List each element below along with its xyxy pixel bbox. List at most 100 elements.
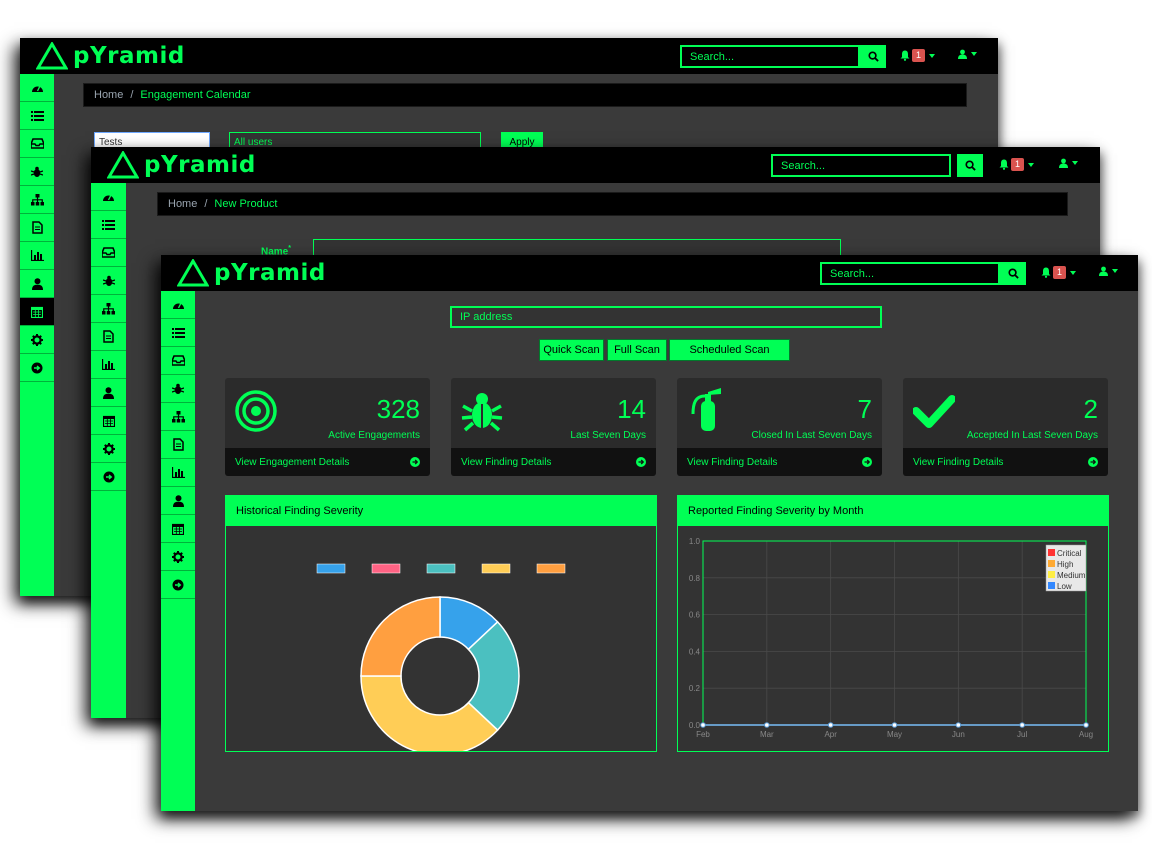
- quick-scan-button[interactable]: Quick Scan: [539, 339, 604, 361]
- sidebar-item-dashboard[interactable]: [20, 74, 54, 102]
- data-point[interactable]: [700, 722, 706, 728]
- legend-swatch[interactable]: [1048, 582, 1055, 589]
- logo: pYramid: [177, 258, 326, 288]
- data-point[interactable]: [955, 722, 962, 728]
- view-details-link[interactable]: View Finding Details: [451, 448, 656, 476]
- sidebar-item-settings[interactable]: [91, 435, 126, 463]
- legend-swatch[interactable]: [481, 563, 511, 574]
- view-details-link[interactable]: View Engagement Details: [225, 448, 430, 476]
- sidebar-item-reports[interactable]: [20, 214, 54, 242]
- y-tick-label: 0.2: [689, 684, 701, 693]
- line-chart: 0.0 0.2 0.4 0.6 0.8 1.0 Feb Mar Apr May Jun Jul Aug C…: [689, 537, 1093, 739]
- top-navbar: pYramid 1: [20, 38, 998, 74]
- sign-in-icon: [103, 471, 114, 482]
- breadcrumb-home[interactable]: Home: [94, 89, 123, 101]
- sitemap-icon: [102, 302, 115, 314]
- view-details-label: View Engagement Details: [235, 456, 350, 468]
- sidebar-item-products[interactable]: [91, 295, 126, 323]
- sidebar-item-logout[interactable]: [20, 354, 54, 382]
- notifications-dropdown[interactable]: 1: [999, 158, 1035, 171]
- gear-icon: [172, 550, 184, 563]
- sidebar-item-metrics[interactable]: [161, 459, 195, 487]
- user-icon: [103, 386, 114, 399]
- user-menu[interactable]: [958, 49, 977, 59]
- legend-swatch[interactable]: [1048, 560, 1055, 567]
- sidebar-item-dashboard[interactable]: [161, 291, 195, 319]
- required-mark: *: [288, 245, 291, 252]
- dashboard-icon: [31, 85, 43, 92]
- data-point[interactable]: [891, 722, 898, 728]
- sidebar-item-logout[interactable]: [161, 571, 195, 599]
- sidebar-item-inbox[interactable]: [20, 130, 54, 158]
- sidebar-item-metrics[interactable]: [91, 351, 126, 379]
- search-input[interactable]: [771, 154, 951, 177]
- user-menu[interactable]: [1059, 158, 1078, 168]
- breadcrumb-current: New Product: [214, 198, 278, 210]
- data-point[interactable]: [827, 722, 834, 728]
- sidebar-item-dashboard[interactable]: [91, 183, 126, 211]
- user-menu[interactable]: [1099, 266, 1118, 276]
- sidebar-item-products[interactable]: [161, 403, 195, 431]
- calendar-icon: [31, 306, 43, 318]
- user-icon: [172, 494, 184, 507]
- x-tick-label: Aug: [1079, 730, 1093, 739]
- x-tick-label: Mar: [760, 730, 774, 739]
- sidebar-item-findings[interactable]: [20, 158, 54, 186]
- y-tick-label: 0.4: [689, 647, 701, 656]
- data-point[interactable]: [764, 722, 770, 728]
- sidebar-item-products[interactable]: [20, 186, 54, 214]
- file-icon: [172, 438, 184, 451]
- sidebar-item-calendar[interactable]: [161, 515, 195, 543]
- view-details-link[interactable]: View Finding Details: [677, 448, 882, 476]
- search-button[interactable]: [860, 45, 886, 68]
- bell-icon: [1041, 267, 1051, 278]
- fire-extinguisher-icon: [691, 388, 721, 431]
- view-details-link[interactable]: View Finding Details: [903, 448, 1108, 476]
- legend-swatch[interactable]: [316, 563, 346, 574]
- sidebar-item-list[interactable]: [20, 102, 54, 130]
- data-point[interactable]: [1083, 722, 1089, 728]
- full-scan-label: Full Scan: [614, 344, 660, 356]
- search-input[interactable]: [680, 45, 860, 68]
- sidebar-item-reports[interactable]: [91, 323, 126, 351]
- legend-swatch[interactable]: [371, 563, 401, 574]
- sidebar-item-settings[interactable]: [20, 326, 54, 354]
- search-input[interactable]: [820, 262, 1000, 285]
- sidebar-item-inbox[interactable]: [91, 239, 126, 267]
- sidebar-item-logout[interactable]: [91, 463, 126, 491]
- sidebar-item-reports[interactable]: [161, 431, 195, 459]
- sidebar-item-calendar[interactable]: [20, 298, 54, 326]
- doughnut-slice[interactable]: [360, 596, 441, 677]
- notifications-dropdown[interactable]: 1: [900, 49, 936, 62]
- sidebar-item-findings[interactable]: [161, 375, 195, 403]
- sidebar-item-users[interactable]: [161, 487, 195, 515]
- search-button[interactable]: [1000, 262, 1026, 285]
- triangle-logo-icon: [36, 42, 68, 70]
- notifications-dropdown[interactable]: 1: [1041, 266, 1077, 279]
- sidebar-item-users[interactable]: [20, 270, 54, 298]
- sidebar-item-metrics[interactable]: [20, 242, 54, 270]
- sidebar-item-inbox[interactable]: [161, 347, 195, 375]
- data-point[interactable]: [1019, 722, 1025, 728]
- file-icon: [103, 330, 114, 343]
- legend-swatch[interactable]: [536, 563, 566, 574]
- search-button[interactable]: [957, 154, 983, 177]
- full-scan-button[interactable]: Full Scan: [607, 339, 667, 361]
- sidebar-item-findings[interactable]: [91, 267, 126, 295]
- sidebar-item-calendar[interactable]: [91, 407, 126, 435]
- breadcrumb-home[interactable]: Home: [168, 198, 197, 210]
- stat-card-accepted: 2 Accepted In Last Seven Days View Findi…: [903, 378, 1108, 476]
- calendar-icon: [172, 523, 184, 535]
- brand-name: pYramid: [73, 43, 185, 69]
- triangle-logo-icon: [177, 259, 209, 287]
- sidebar-item-list[interactable]: [91, 211, 126, 239]
- sidebar-item-settings[interactable]: [161, 543, 195, 571]
- legend-swatch[interactable]: [1048, 549, 1055, 556]
- gear-icon: [31, 333, 43, 346]
- ip-address-input[interactable]: IP address: [450, 306, 882, 328]
- legend-swatch[interactable]: [426, 563, 456, 574]
- scheduled-scan-button[interactable]: Scheduled Scan: [669, 339, 790, 361]
- sidebar-item-users[interactable]: [91, 379, 126, 407]
- legend-swatch[interactable]: [1048, 571, 1055, 578]
- sidebar-item-list[interactable]: [161, 319, 195, 347]
